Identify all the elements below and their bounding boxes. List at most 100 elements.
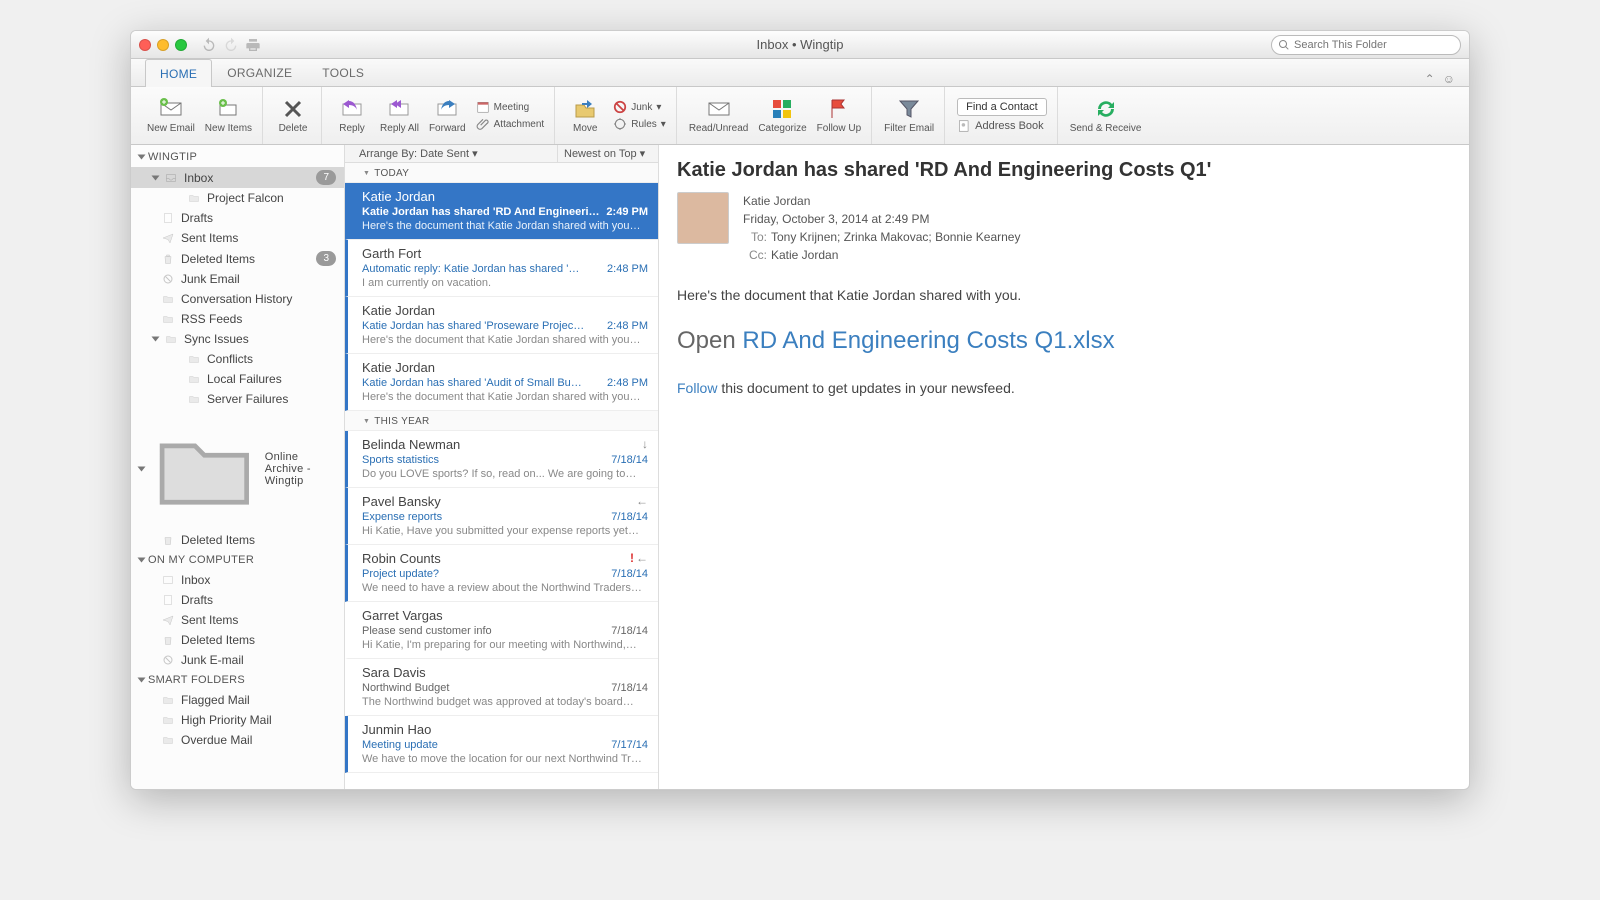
message-item[interactable]: Katie JordanKatie Jordan has shared 'RD … [345, 183, 658, 240]
new-email-button[interactable]: New Email [147, 97, 195, 134]
minimize-icon[interactable] [157, 39, 169, 51]
rules-button[interactable]: Rules ▾ [613, 117, 666, 131]
sidebar-item-c-inbox[interactable]: Inbox [131, 570, 344, 590]
search-field[interactable] [1271, 35, 1461, 55]
message-item[interactable]: Katie JordanKatie Jordan has shared 'Pro… [345, 297, 658, 354]
sidebar-item-c-sent[interactable]: Sent Items [131, 610, 344, 630]
message-item[interactable]: Sara DavisNorthwind Budget7/18/14The Nor… [345, 659, 658, 716]
sidebar-item-rss[interactable]: RSS Feeds [131, 309, 344, 329]
folder-sidebar: WINGTIP Inbox7 Project Falcon Drafts Sen… [131, 145, 345, 789]
sidebar-item-project-falcon[interactable]: Project Falcon [131, 188, 344, 208]
sidebar-item-high-priority[interactable]: High Priority Mail [131, 710, 344, 730]
address-book-icon [957, 119, 971, 133]
reply-all-icon [387, 97, 411, 121]
sidebar-archive[interactable]: Online Archive - Wingtip [131, 409, 344, 530]
message-list: Arrange By: Date Sent ▾ Newest on Top ▾ … [345, 145, 659, 789]
window-title: Inbox • Wingtip [131, 37, 1469, 52]
envelope-icon [707, 97, 731, 121]
undo-icon[interactable] [201, 37, 217, 53]
tab-home[interactable]: HOME [145, 59, 212, 87]
sidebar-item-sent[interactable]: Sent Items [131, 228, 344, 248]
collapse-ribbon-icon[interactable]: ⌃ [1425, 72, 1435, 86]
content: WINGTIP Inbox7 Project Falcon Drafts Sen… [131, 145, 1469, 789]
sidebar-item-c-drafts[interactable]: Drafts [131, 590, 344, 610]
message-item[interactable]: Katie JordanKatie Jordan has shared 'Aud… [345, 354, 658, 411]
open-attachment-link[interactable]: RD And Engineering Costs Q1.xlsx [742, 327, 1114, 354]
group-this-year[interactable]: THIS YEAR [345, 411, 658, 431]
junk-icon [613, 100, 627, 114]
sidebar-smart-folders[interactable]: SMART FOLDERS [131, 670, 344, 690]
message-item[interactable]: Junmin HaoMeeting update7/17/14We have t… [345, 716, 658, 773]
filter-icon [897, 97, 921, 121]
sidebar-item-junk[interactable]: Junk Email [131, 269, 344, 289]
search-input[interactable] [1290, 39, 1454, 51]
sidebar-item-archive-deleted[interactable]: Deleted Items [131, 530, 344, 550]
reader-cc: Cc:Katie Jordan [743, 246, 1020, 264]
message-preview: Here's the document that Katie Jordan sh… [362, 334, 648, 346]
message-flags: ← [636, 494, 648, 508]
deleted-badge: 3 [316, 251, 336, 266]
sidebar-account[interactable]: WINGTIP [131, 147, 344, 167]
sidebar-item-inbox[interactable]: Inbox7 [131, 167, 344, 188]
sidebar-item-flagged[interactable]: Flagged Mail [131, 690, 344, 710]
message-item[interactable]: ! ←Robin CountsProject update?7/18/14We … [345, 545, 658, 602]
message-item[interactable]: ←Pavel BanskyExpense reports7/18/14Hi Ka… [345, 488, 658, 545]
sidebar-item-overdue[interactable]: Overdue Mail [131, 730, 344, 750]
attachment-button[interactable]: Attachment [476, 117, 545, 131]
folder-icon [161, 714, 175, 726]
close-icon[interactable] [139, 39, 151, 51]
follow-up-button[interactable]: Follow Up [817, 97, 861, 134]
envelope-new-items-icon [216, 97, 240, 121]
meeting-button[interactable]: Meeting [476, 100, 545, 114]
arrange-by[interactable]: Arrange By: Date Sent ▾ [345, 145, 558, 162]
junk-button[interactable]: Junk ▾ [613, 100, 666, 114]
sent-icon [161, 232, 175, 244]
filter-email-button[interactable]: Filter Email [884, 97, 934, 134]
reply-button[interactable]: Reply [334, 97, 370, 134]
message-item[interactable]: Garth FortAutomatic reply: Katie Jordan … [345, 240, 658, 297]
sidebar-on-my-computer[interactable]: ON MY COMPUTER [131, 550, 344, 570]
move-button[interactable]: Move [567, 97, 603, 134]
sidebar-item-sync[interactable]: Sync Issues [131, 329, 344, 349]
reader-from: Katie Jordan [743, 192, 1020, 210]
find-contact-button[interactable]: Find a Contact [957, 98, 1047, 116]
attachment-icon [476, 117, 490, 131]
delete-icon [281, 97, 305, 121]
reply-all-button[interactable]: Reply All [380, 97, 419, 134]
sidebar-item-local-failures[interactable]: Local Failures [131, 369, 344, 389]
sidebar-item-c-deleted[interactable]: Deleted Items [131, 630, 344, 650]
message-preview: Do you LOVE sports? If so, read on... We… [362, 468, 648, 480]
new-items-button[interactable]: New Items [205, 97, 252, 134]
delete-button[interactable]: Delete [275, 97, 311, 134]
quick-access [201, 37, 261, 53]
forward-button[interactable]: Forward [429, 97, 466, 134]
titlebar: Inbox • Wingtip [131, 31, 1469, 59]
message-subject: Expense reports [362, 511, 611, 523]
message-preview: We have to move the location for our nex… [362, 753, 648, 765]
follow-link[interactable]: Follow [677, 380, 717, 396]
categorize-button[interactable]: Categorize [758, 97, 806, 134]
sidebar-item-conflicts[interactable]: Conflicts [131, 349, 344, 369]
sidebar-item-c-junk[interactable]: Junk E-mail [131, 650, 344, 670]
arrange-order[interactable]: Newest on Top ▾ [558, 145, 658, 162]
sidebar-item-server-failures[interactable]: Server Failures [131, 389, 344, 409]
send-receive-button[interactable]: Send & Receive [1070, 97, 1142, 134]
sidebar-item-conversation[interactable]: Conversation History [131, 289, 344, 309]
address-book-button[interactable]: Address Book [957, 119, 1047, 133]
message-item[interactable]: ↓Belinda NewmanSports statistics7/18/14D… [345, 431, 658, 488]
arrange-bar[interactable]: Arrange By: Date Sent ▾ Newest on Top ▾ [345, 145, 658, 163]
message-item[interactable]: Garret VargasPlease send customer info7/… [345, 602, 658, 659]
help-icon[interactable]: ☺ [1443, 72, 1455, 86]
read-unread-button[interactable]: Read/Unread [689, 97, 748, 134]
tab-organize[interactable]: ORGANIZE [212, 58, 307, 86]
sidebar-item-deleted[interactable]: Deleted Items3 [131, 248, 344, 269]
redo-icon[interactable] [223, 37, 239, 53]
folder-icon [187, 393, 201, 405]
message-from: Katie Jordan [362, 360, 648, 375]
messages-scroll[interactable]: TODAY Katie JordanKatie Jordan has share… [345, 163, 658, 789]
print-icon[interactable] [245, 37, 261, 53]
sidebar-item-drafts[interactable]: Drafts [131, 208, 344, 228]
tab-tools[interactable]: TOOLS [307, 58, 379, 86]
group-today[interactable]: TODAY [345, 163, 658, 183]
zoom-icon[interactable] [175, 39, 187, 51]
